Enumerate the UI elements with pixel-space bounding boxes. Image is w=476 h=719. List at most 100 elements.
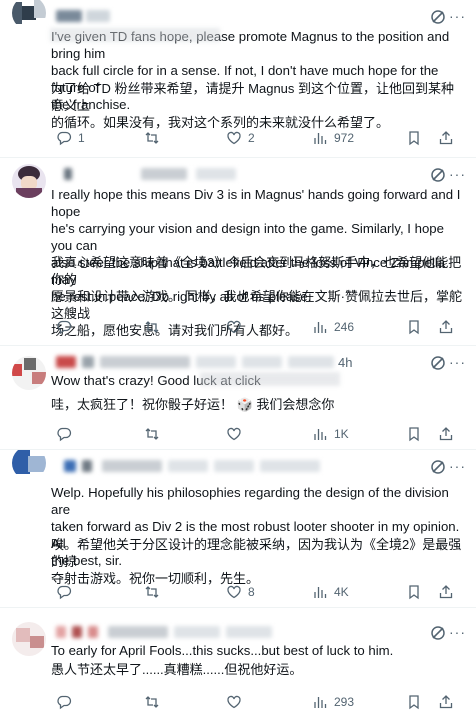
bookmark-icon [409, 427, 419, 442]
views-icon [314, 587, 327, 598]
views-button[interactable]: 246 [312, 319, 354, 335]
like-count: 8 [248, 585, 255, 599]
reply-button[interactable] [56, 584, 78, 600]
reply-header [56, 10, 356, 24]
text-line: 愚人节还太早了......真糟糕......但祝他好运。 [51, 662, 303, 677]
retweet-button[interactable] [144, 694, 166, 710]
action-bar: 1K [56, 426, 466, 444]
grok-icon[interactable] [430, 9, 446, 25]
text-line: 为了给 TD 粉丝带来希望，请提升 Magnus 到这个位置，让他回到某种意义上 [51, 81, 455, 113]
text-line: I really hope this means Div 3 is in Mag… [51, 187, 461, 219]
text-line: Welp. Hopefully his philosophies regardi… [51, 485, 449, 517]
share-button[interactable] [438, 319, 454, 335]
share-icon [439, 131, 453, 145]
like-button[interactable] [226, 319, 248, 335]
like-button[interactable]: 8 [226, 584, 255, 600]
reply-card[interactable]: ··· Welp. Hopefully his philosophies reg… [0, 450, 476, 608]
bookmark-icon [409, 131, 419, 146]
views-count: 1K [334, 427, 349, 441]
text-line: 唉。希望他关于分区设计的理念能被采纳，因为我认为《全境2》是最强的掠 [51, 537, 462, 569]
reply-text-cn: 为了给 TD 粉丝带来希望，请提升 Magnus 到这个位置，让他回到某种意义上… [51, 80, 464, 131]
reply-icon [57, 427, 72, 442]
reply-card[interactable]: 4h ··· Wow that's crazy! Good luck at cl… [0, 346, 476, 450]
share-icon [439, 695, 453, 709]
reply-card[interactable]: ··· To early for April Fools...this suck… [0, 608, 476, 719]
text-line: 哇，太疯狂了！祝你骰子好运！ 🎲 我们会想念你 [51, 397, 335, 412]
more-icon[interactable]: ··· [449, 354, 466, 370]
retweet-icon [145, 586, 159, 598]
views-count: 246 [334, 320, 355, 334]
like-button[interactable] [226, 426, 248, 442]
views-icon [314, 697, 327, 708]
views-button[interactable]: 4K [312, 584, 349, 600]
text-line: 愿景和设计带入游戏。 同样，我也希望你能在文斯·赞佩拉去世后，掌舵这艘战 [51, 289, 462, 321]
retweet-button[interactable] [144, 130, 166, 146]
like-button[interactable]: 2 [226, 130, 255, 146]
bookmark-button[interactable] [406, 319, 422, 335]
action-bar: 8 4K [56, 584, 466, 602]
like-icon [227, 320, 241, 334]
share-button[interactable] [438, 584, 454, 600]
reply-button[interactable]: 1 [56, 130, 85, 146]
reply-count: 1 [78, 131, 85, 145]
more-icon[interactable]: ··· [449, 166, 466, 182]
bookmark-icon [409, 320, 419, 335]
bookmark-button[interactable] [406, 584, 422, 600]
share-button[interactable] [438, 426, 454, 442]
avatar[interactable] [12, 356, 46, 390]
views-count: 4K [334, 585, 349, 599]
bookmark-button[interactable] [406, 694, 422, 710]
avatar[interactable] [12, 622, 46, 656]
reply-time[interactable]: 4h [338, 355, 352, 370]
reply-card[interactable]: ··· I've given TD fans hope, please prom… [0, 0, 476, 158]
views-count: 293 [334, 695, 355, 709]
text-line: To early for April Fools...this sucks...… [51, 643, 394, 658]
share-button[interactable] [438, 694, 454, 710]
reply-icon [57, 320, 72, 335]
retweet-button[interactable] [144, 584, 166, 600]
more-icon[interactable]: ··· [449, 8, 466, 24]
more-icon[interactable]: ··· [449, 624, 466, 640]
share-icon [439, 427, 453, 441]
like-icon [227, 131, 241, 145]
bookmark-button[interactable] [406, 426, 422, 442]
avatar[interactable] [12, 446, 46, 480]
like-icon [227, 695, 241, 709]
reply-button[interactable] [56, 319, 78, 335]
like-icon [227, 427, 241, 441]
share-icon [439, 585, 453, 599]
retweet-button[interactable] [144, 426, 166, 442]
grok-icon[interactable] [430, 459, 446, 475]
grok-icon[interactable] [430, 167, 446, 183]
bookmark-icon [409, 695, 419, 710]
reply-icon [57, 585, 72, 600]
avatar[interactable] [12, 164, 46, 198]
retweet-icon [145, 428, 159, 440]
like-icon [227, 585, 241, 599]
bookmark-icon [409, 585, 419, 600]
views-button[interactable]: 293 [312, 694, 354, 710]
views-count: 972 [334, 131, 355, 145]
views-icon [314, 322, 327, 333]
more-icon[interactable]: ··· [449, 458, 466, 474]
views-icon [314, 429, 327, 440]
retweet-icon [145, 696, 159, 708]
retweet-button[interactable] [144, 319, 166, 335]
views-button[interactable]: 972 [312, 130, 354, 146]
reply-button[interactable] [56, 426, 78, 442]
avatar[interactable] [12, 0, 46, 30]
reply-header: 4h [56, 355, 386, 370]
share-button[interactable] [438, 130, 454, 146]
reply-text-cn: 哇，太疯狂了！祝你骰子好运！ 🎲 我们会想念你 [51, 396, 464, 413]
redacted-area [200, 372, 340, 386]
views-button[interactable]: 1K [312, 426, 349, 442]
grok-icon[interactable] [430, 625, 446, 641]
share-icon [439, 320, 453, 334]
reply-icon [57, 695, 72, 710]
reply-button[interactable] [56, 694, 78, 710]
like-button[interactable] [226, 694, 248, 710]
bookmark-button[interactable] [406, 130, 422, 146]
reply-card[interactable]: ··· I really hope this means Div 3 is in… [0, 158, 476, 346]
text-line: 我真心希望这意味着《全境3》今后会交到马格努斯手中，也希望他能把你的 [51, 255, 462, 287]
grok-icon[interactable] [430, 355, 446, 371]
